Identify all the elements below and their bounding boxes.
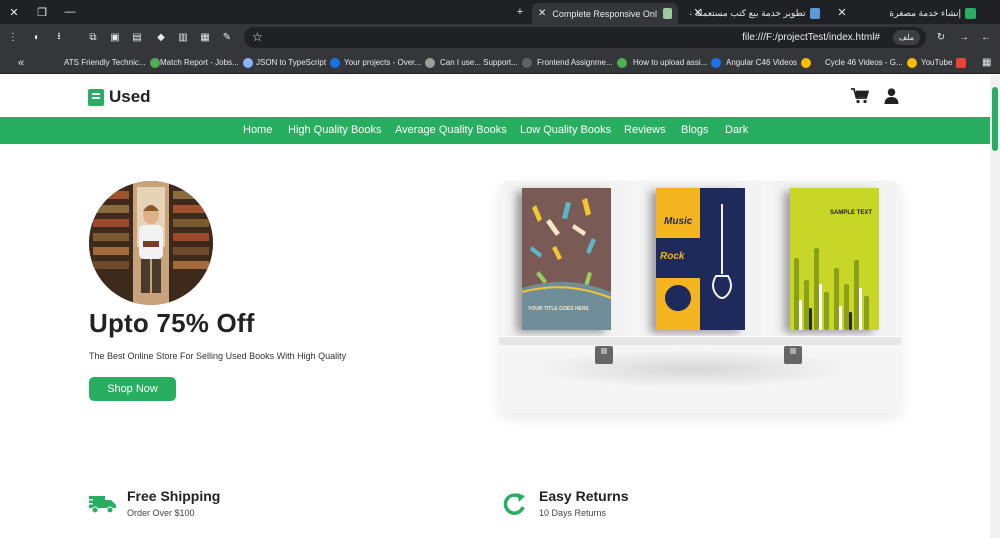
bookmark-favicon (330, 57, 341, 68)
truck-icon (89, 496, 116, 514)
new-tab-icon[interactable]: + (512, 4, 528, 20)
bookmark-item[interactable]: Frontend Assignme... (537, 56, 627, 69)
feature-easy-returns: Easy Returns 10 Days Returns (501, 488, 628, 518)
nav-average-quality-books[interactable]: Average Quality Books (395, 124, 507, 136)
nav-reviews[interactable]: Reviews (624, 124, 666, 136)
bookmark-item[interactable]: Cycle 46 Videos - G... (825, 56, 917, 69)
nav-blogs[interactable]: Blogs (681, 124, 709, 136)
bookmark-favicon (956, 57, 967, 68)
menu-icon[interactable]: ⋮ (6, 30, 20, 44)
browser-toolbar: ⋮ ◐ ⭳ ⧉ ▣ ▤ ◆ ▥ ▦ ✎ ☆ file:///F:/project… (0, 24, 1000, 51)
page-viewport: Used Home High Quality Books Average Qua… (0, 75, 990, 538)
extension-icon[interactable]: ▤ (130, 30, 144, 44)
tab-favicon (662, 8, 672, 19)
tab-complete-responsive[interactable]: ✕ Complete Responsive Online B (532, 3, 678, 24)
forward-icon[interactable]: → (957, 30, 971, 44)
book-slot: YOUR TITLE GOES HERE (505, 181, 628, 339)
browser-tab-bar: ✕ ❐ — + ✕ Complete Responsive Online B ت… (0, 0, 1000, 24)
tab-close-icon[interactable]: ✕ (538, 8, 546, 19)
url-chip: ملف (892, 30, 920, 45)
all-bookmarks-icon[interactable]: ▦ (982, 56, 991, 69)
bookmark-item[interactable]: Angular C46 Videos (726, 56, 812, 69)
nav-dark[interactable]: Dark (725, 124, 748, 136)
back-icon[interactable]: ← (979, 30, 993, 44)
bookmark-favicon (711, 57, 722, 68)
tab-favicon (965, 8, 976, 19)
bookmark-favicon (242, 57, 253, 68)
shop-now-button[interactable]: Shop Now (89, 377, 176, 401)
book-slot: SAMPLE TEXT (773, 181, 896, 339)
feature-subtitle: Order Over $100 (127, 508, 195, 518)
book-icon (88, 88, 104, 106)
tab-micro-service[interactable]: إنشاء خدمة مصغرة (852, 3, 982, 24)
bookmark-favicon (149, 57, 160, 68)
cart-icon[interactable] (851, 88, 869, 104)
extension-icon[interactable]: ▦ (198, 30, 212, 44)
tab-close-icon[interactable]: ✕ (834, 4, 850, 20)
shelf-bracket (595, 346, 613, 364)
tab-favicon (809, 8, 820, 19)
user-icon[interactable] (884, 88, 899, 104)
bookmark-favicon (425, 57, 436, 68)
extension-icon[interactable]: ◐ (30, 30, 44, 44)
book-music-rock-cover[interactable]: Music Rock (656, 188, 745, 330)
main-navbar: Home High Quality Books Average Quality … (0, 117, 990, 144)
reload-icon[interactable]: ↻ (934, 30, 948, 44)
nav-high-quality-books[interactable]: High Quality Books (288, 124, 382, 136)
bookmark-item[interactable]: Can I use... Support... (440, 56, 532, 69)
redo-icon (503, 493, 525, 515)
bookmark-item[interactable]: How to upload assi... (633, 56, 722, 69)
restore-window-icon[interactable]: ❐ (34, 4, 50, 20)
book-cover-text-2: Rock (660, 251, 685, 262)
logo[interactable]: Used (88, 87, 151, 107)
bookmark-item[interactable]: YouTube (921, 56, 967, 69)
extension-icon[interactable]: ▥ (176, 30, 190, 44)
address-bar[interactable]: ☆ file:///F:/projectTest/index.html# ملف (244, 27, 926, 48)
minimize-window-icon[interactable]: — (62, 4, 78, 20)
bookmark-favicon (616, 57, 627, 68)
tab-close-icon[interactable]: ✕ (690, 4, 706, 20)
feature-free-shipping: Free Shipping Order Over $100 (89, 488, 220, 518)
book-cover-text: YOUR TITLE GOES HERE (528, 306, 589, 312)
book-cover-text: SAMPLE TEXT (830, 210, 873, 216)
bookmark-item[interactable]: ATS Friendly Technic... (64, 56, 160, 69)
extension-icon[interactable]: ◆ (154, 30, 168, 44)
shelf-shadow (527, 349, 857, 389)
nav-home[interactable]: Home (243, 124, 272, 136)
eyedropper-icon[interactable]: ✎ (220, 30, 234, 44)
book-cover-text: Music (664, 216, 693, 227)
bookmark-item[interactable]: JSON to TypeScript (256, 56, 341, 69)
hero-title: Upto 75% Off (89, 308, 255, 338)
bookmark-favicon (521, 57, 532, 68)
bookmark-item[interactable]: Match Report - Jobs... (160, 56, 253, 69)
site-header: Used (0, 75, 990, 117)
bookshelf-display: YOUR TITLE GOES HERE Music Rock SAMPLE T… (499, 181, 901, 413)
close-window-icon[interactable]: ✕ (6, 4, 22, 20)
book-slot: Music Rock (639, 181, 762, 339)
scrollbar-thumb[interactable] (992, 87, 998, 151)
page-scrollbar[interactable] (990, 75, 1000, 538)
shelf-plank (499, 336, 901, 345)
shelf-bracket (784, 346, 802, 364)
bookmark-favicon (801, 57, 812, 68)
nav-low-quality-books[interactable]: Low Quality Books (520, 124, 611, 136)
bookmarks-bar: « ATS Friendly Technic... Match Report -… (0, 51, 1000, 74)
feature-title: Free Shipping (127, 488, 221, 504)
hero-library-image (89, 181, 213, 305)
feature-title: Easy Returns (539, 488, 629, 504)
hero-subtitle: The Best Online Store For Selling Used B… (89, 351, 347, 361)
bookmark-star-icon[interactable]: ☆ (252, 30, 263, 44)
extension-icon[interactable]: ▣ (108, 30, 122, 44)
feature-subtitle: 10 Days Returns (539, 508, 607, 518)
puzzle-icon[interactable]: ⧉ (86, 30, 100, 44)
bookmarks-overflow-icon[interactable]: « (18, 56, 24, 69)
bookmark-favicon (906, 57, 917, 68)
bookmark-item[interactable]: Your projects - Over... (344, 56, 436, 69)
download-icon[interactable]: ⭳ (52, 30, 66, 44)
book-hands-cover[interactable]: YOUR TITLE GOES HERE (521, 188, 612, 330)
book-sample-text-cover[interactable]: SAMPLE TEXT (790, 188, 879, 330)
